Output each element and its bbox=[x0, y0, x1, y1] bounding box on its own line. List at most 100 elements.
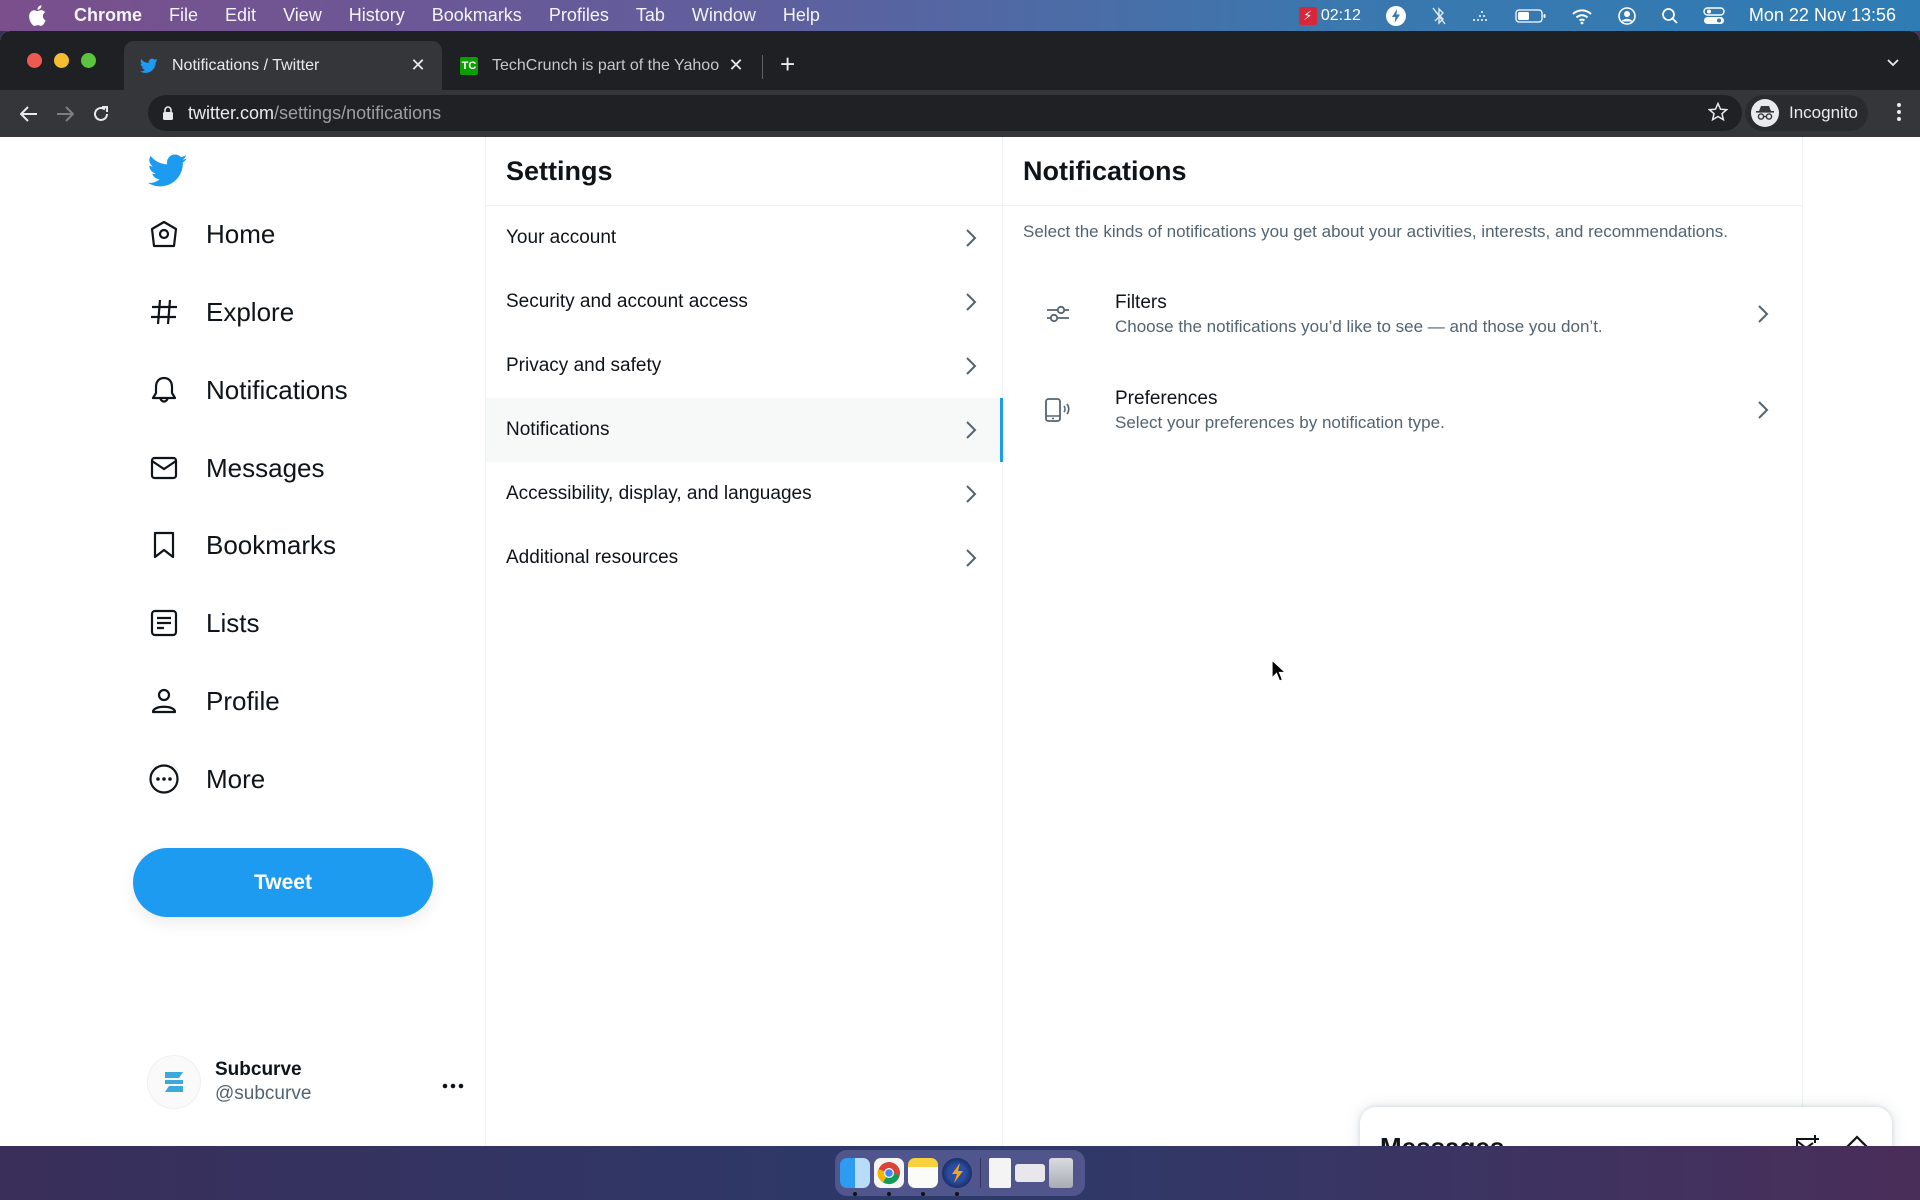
wifi-icon[interactable] bbox=[1571, 7, 1593, 25]
flash-icon[interactable] bbox=[1385, 5, 1407, 27]
nav-bookmarks-label: Bookmarks bbox=[206, 529, 337, 560]
control-center-icon[interactable] bbox=[1703, 6, 1725, 25]
reload-button[interactable] bbox=[86, 99, 116, 129]
home-icon bbox=[148, 218, 180, 250]
primary-navigation: Home Explore Notifications Messages Book… bbox=[130, 137, 485, 1146]
nav-home[interactable]: Home bbox=[148, 209, 275, 259]
messages-drawer[interactable]: Messages bbox=[1360, 1107, 1892, 1146]
settings-column: Settings Your account Security and accou… bbox=[485, 137, 1003, 1146]
bluetooth-off-icon[interactable] bbox=[1431, 6, 1447, 26]
close-window-button[interactable] bbox=[27, 53, 42, 68]
notifications-header: Notifications bbox=[1003, 137, 1802, 206]
nav-messages[interactable]: Messages bbox=[148, 443, 325, 493]
nav-notifications-label: Notifications bbox=[206, 374, 348, 405]
menu-window[interactable]: Window bbox=[692, 5, 756, 26]
spotlight-search-icon[interactable] bbox=[1661, 7, 1679, 25]
dock-flash-app-icon[interactable] bbox=[942, 1158, 972, 1196]
nav-bookmarks[interactable]: Bookmarks bbox=[148, 520, 336, 570]
menu-tab[interactable]: Tab bbox=[636, 5, 665, 26]
notifications-item-preferences[interactable]: Preferences Select your preferences by n… bbox=[1003, 362, 1802, 458]
dock-finder-icon[interactable] bbox=[840, 1158, 870, 1196]
nav-profile-label: Profile bbox=[206, 685, 280, 716]
sliders-icon bbox=[1043, 299, 1073, 329]
filters-title: Filters bbox=[1115, 291, 1167, 313]
user-icon[interactable] bbox=[1617, 6, 1637, 26]
bell-icon bbox=[148, 374, 180, 406]
chevron-right-icon bbox=[964, 547, 982, 569]
menu-help[interactable]: Help bbox=[783, 5, 820, 26]
close-tab-icon[interactable]: ✕ bbox=[726, 55, 746, 76]
messages-drawer-title: Messages bbox=[1380, 1132, 1772, 1147]
lock-icon[interactable] bbox=[162, 105, 176, 121]
menu-file[interactable]: File bbox=[169, 5, 198, 26]
tab-techcrunch[interactable]: TC TechCrunch is part of the Yahoo ✕ bbox=[450, 41, 756, 90]
browser-toolbar: twitter.com/settings/notifications Incog… bbox=[0, 90, 1920, 137]
settings-item-privacy[interactable]: Privacy and safety bbox=[486, 334, 1002, 398]
dots-icon[interactable] bbox=[1471, 9, 1491, 23]
settings-item-label: Accessibility, display, and languages bbox=[506, 483, 812, 504]
nav-notifications[interactable]: Notifications bbox=[148, 365, 348, 415]
settings-item-label: Notifications bbox=[506, 419, 610, 440]
settings-item-security[interactable]: Security and account access bbox=[486, 270, 1002, 334]
menu-app-name[interactable]: Chrome bbox=[74, 5, 142, 26]
envelope-icon bbox=[148, 452, 180, 484]
tab-twitter-notifications[interactable]: Notifications / Twitter ✕ bbox=[124, 41, 442, 90]
apple-menu-icon[interactable] bbox=[28, 5, 48, 26]
chrome-window: Notifications / Twitter ✕ TC TechCrunch … bbox=[0, 31, 1920, 1146]
account-switcher[interactable]: Subcurve @subcurve bbox=[148, 1047, 466, 1117]
notifications-item-filters[interactable]: Filters Choose the notifications you’d l… bbox=[1003, 266, 1802, 362]
fullscreen-window-button[interactable] bbox=[81, 53, 96, 68]
minimize-window-button[interactable] bbox=[54, 53, 69, 68]
nav-explore[interactable]: Explore bbox=[148, 287, 294, 337]
settings-item-notifications[interactable]: Notifications bbox=[486, 398, 1003, 462]
dock-screenshot-icon[interactable] bbox=[1015, 1164, 1045, 1182]
collapse-drawer-icon[interactable] bbox=[1842, 1132, 1872, 1146]
dock-trash-icon[interactable] bbox=[1049, 1158, 1073, 1188]
avatar bbox=[148, 1056, 200, 1108]
dock-document-icon[interactable] bbox=[989, 1158, 1011, 1188]
forward-button[interactable] bbox=[50, 99, 80, 129]
mouse-cursor-icon bbox=[1271, 658, 1288, 688]
nav-profile[interactable]: Profile bbox=[148, 676, 280, 726]
nav-lists[interactable]: Lists bbox=[148, 598, 259, 648]
close-tab-icon[interactable]: ✕ bbox=[408, 55, 428, 76]
dock-chrome-icon[interactable] bbox=[874, 1158, 904, 1196]
new-message-icon[interactable] bbox=[1792, 1132, 1822, 1146]
settings-item-additional-resources[interactable]: Additional resources bbox=[486, 526, 1002, 590]
back-button[interactable] bbox=[14, 99, 44, 129]
tweet-button[interactable]: Tweet bbox=[133, 848, 433, 917]
tab-search-chevron-icon[interactable] bbox=[1886, 55, 1900, 73]
url-path: /settings/notifications bbox=[274, 102, 442, 123]
bookmark-star-icon[interactable] bbox=[1707, 101, 1729, 127]
account-more-icon[interactable] bbox=[442, 1069, 464, 1095]
address-bar[interactable]: twitter.com/settings/notifications bbox=[148, 95, 1742, 131]
nav-more[interactable]: More bbox=[148, 754, 265, 804]
battery-icon[interactable] bbox=[1515, 8, 1547, 24]
menu-bar-clock[interactable]: Mon 22 Nov 13:56 bbox=[1749, 5, 1896, 26]
incognito-profile-button[interactable]: Incognito bbox=[1745, 95, 1868, 131]
settings-item-your-account[interactable]: Your account bbox=[486, 206, 1002, 270]
settings-item-label: Security and account access bbox=[506, 291, 748, 312]
screen-recorder-status[interactable]: ⚡ 02:12 bbox=[1298, 6, 1361, 25]
url-text[interactable]: twitter.com/settings/notifications bbox=[188, 103, 441, 124]
chrome-menu-icon[interactable] bbox=[1896, 102, 1902, 127]
twitter-logo-icon[interactable] bbox=[147, 154, 188, 188]
menu-bookmarks[interactable]: Bookmarks bbox=[432, 5, 522, 26]
settings-item-accessibility[interactable]: Accessibility, display, and languages bbox=[486, 462, 1002, 526]
menu-history[interactable]: History bbox=[349, 5, 405, 26]
nav-more-label: More bbox=[206, 763, 266, 794]
url-host: twitter.com bbox=[188, 102, 275, 123]
new-tab-button[interactable]: + bbox=[780, 51, 795, 77]
settings-item-label: Additional resources bbox=[506, 547, 679, 568]
person-icon bbox=[148, 685, 180, 717]
menu-edit[interactable]: Edit bbox=[225, 5, 256, 26]
nav-lists-label: Lists bbox=[206, 607, 260, 638]
bookmark-icon bbox=[148, 529, 180, 561]
dock-notes-icon[interactable] bbox=[908, 1158, 938, 1196]
hashtag-icon bbox=[148, 296, 180, 328]
menu-view[interactable]: View bbox=[283, 5, 322, 26]
menu-profiles[interactable]: Profiles bbox=[549, 5, 609, 26]
nav-explore-label: Explore bbox=[206, 296, 295, 327]
twitter-favicon-icon bbox=[140, 57, 158, 75]
notifications-settings-column: Notifications Select the kinds of notifi… bbox=[1003, 137, 1803, 1146]
